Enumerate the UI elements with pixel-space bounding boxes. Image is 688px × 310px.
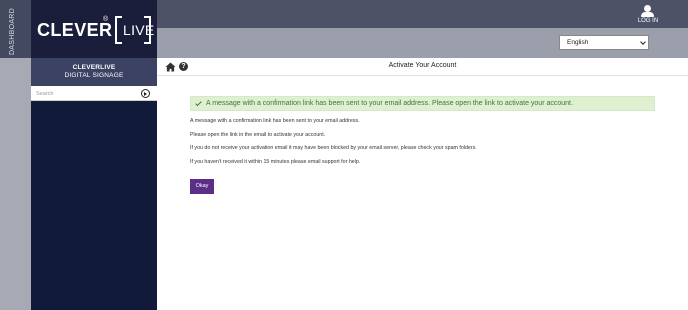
- top-bar: [157, 0, 688, 28]
- logo-bracket-right: [144, 16, 151, 44]
- search-input[interactable]: [36, 88, 136, 99]
- brand-name: CLEVERLIVE: [72, 64, 116, 71]
- success-alert: A message with a confirmation link has b…: [190, 96, 655, 111]
- language-selected: English: [567, 39, 589, 46]
- check-icon: [195, 99, 202, 107]
- chevron-down-icon: [640, 39, 646, 45]
- dashboard-strip: DASHBOARD: [0, 0, 31, 310]
- user-icon-body: [641, 12, 654, 17]
- language-select[interactable]: English: [559, 35, 649, 50]
- logo-word: CLEVER: [37, 20, 113, 40]
- instruction-line: A message with a confirmation link has b…: [190, 118, 360, 124]
- instruction-line: If you haven't received it within 15 min…: [190, 158, 361, 165]
- okay-button[interactable]: Okay: [190, 179, 214, 194]
- brand-band: CLEVERLIVE DIGITAL SIGNAGE: [31, 58, 157, 86]
- logo[interactable]: CLEVER ® LIVE: [31, 0, 157, 58]
- brand-tagline: DIGITAL SIGNAGE: [64, 72, 124, 79]
- dashboard-tab-label: DASHBOARD: [9, 8, 16, 56]
- sidebar-search: [31, 86, 157, 101]
- instructions: A message with a confirmation link has b…: [190, 118, 660, 172]
- dashboard-tab[interactable]: DASHBOARD: [0, 0, 31, 58]
- page-title: Activate Your Account: [388, 62, 457, 69]
- login-label: LOG IN: [637, 18, 659, 24]
- logo-bracket-left: [115, 16, 122, 44]
- user-icon: [644, 5, 651, 12]
- login-button[interactable]: LOG IN: [630, 2, 666, 26]
- instruction-line: If you do not receive your activation em…: [190, 145, 477, 152]
- instruction-line: Please open the link in the email to act…: [190, 131, 326, 138]
- sidebar: CLEVER ® LIVE CLEVERLIVE DIGITAL SIGNAGE: [31, 0, 157, 310]
- dashboard-strip-lower: [0, 58, 31, 310]
- search-go-icon[interactable]: [141, 89, 150, 98]
- logo-registered: ®: [103, 16, 109, 23]
- title-bar: ? Activate Your Account: [157, 58, 688, 76]
- alert-message: A message with a confirmation link has b…: [206, 100, 573, 107]
